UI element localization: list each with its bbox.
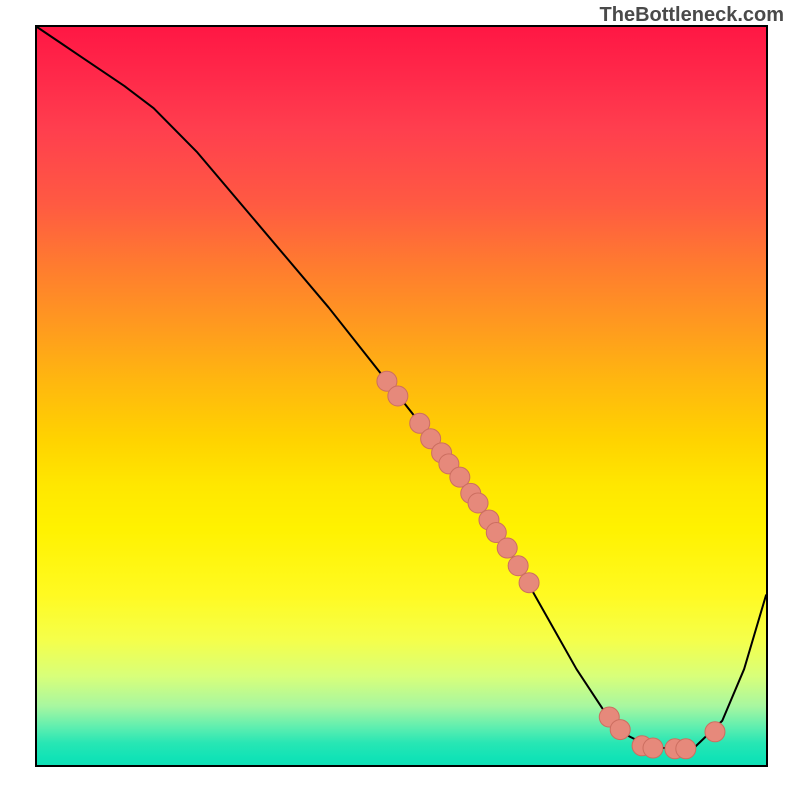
curve-marker [508,556,528,576]
curve-marker [676,739,696,759]
curve-markers [377,371,725,759]
curve-marker [643,738,663,758]
chart-overlay-svg [37,27,766,765]
curve-marker [610,720,630,740]
curve-marker [388,386,408,406]
curve-marker [468,493,488,513]
curve-marker [497,538,517,558]
curve-marker [705,722,725,742]
attribution-text: TheBottleneck.com [600,4,784,27]
curve-marker [519,573,539,593]
